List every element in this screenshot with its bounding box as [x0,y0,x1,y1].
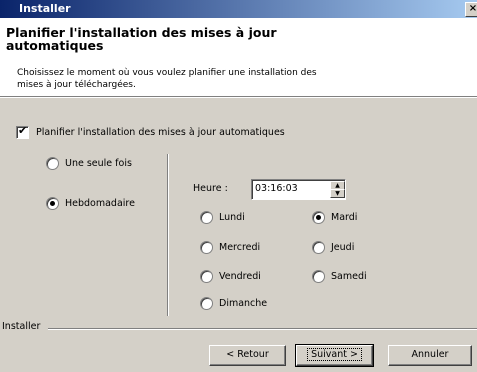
radio-monday-button[interactable] [200,211,213,224]
footer-divider [48,328,477,329]
radio-day-wednesday[interactable]: Mercredi [200,241,260,254]
wizard-header: Planifier l'installation des mises à jou… [0,18,477,97]
radio-wednesday-button[interactable] [200,241,213,254]
radio-day-sunday[interactable]: Dimanche [200,297,267,310]
next-button[interactable]: Suivant > [295,344,374,367]
radio-friday-label: Vendredi [219,271,261,282]
radio-wednesday-label: Mercredi [219,242,261,253]
radio-selected-dot [316,215,321,220]
radio-weekly-button[interactable] [46,197,59,210]
radio-saturday-label: Samedi [331,271,367,282]
time-spinner[interactable]: 03:16:03 ▲ ▼ [251,179,346,200]
radio-day-thursday[interactable]: Jeudi [312,241,354,254]
radio-friday-button[interactable] [200,270,213,283]
radio-day-saturday[interactable]: Samedi [312,270,367,283]
radio-once[interactable]: Une seule fois [46,157,132,170]
radio-once-label: Une seule fois [65,158,132,169]
back-button[interactable]: < Retour [209,345,286,366]
title-bar: Installer × [0,0,477,18]
spinner-arrows[interactable]: ▲ ▼ [330,181,345,198]
radio-tuesday-button[interactable] [312,211,325,224]
footer-brand: Installer [2,321,41,332]
vertical-divider [167,154,168,316]
close-button[interactable]: × [465,2,477,17]
radio-weekly[interactable]: Hebdomadaire [46,197,135,210]
radio-saturday-button[interactable] [312,270,325,283]
time-value[interactable]: 03:16:03 [255,183,298,194]
radio-day-friday[interactable]: Vendredi [200,270,261,283]
page-title: Planifier l'installation des mises à jou… [6,25,277,53]
radio-once-button[interactable] [46,157,59,170]
radio-sunday-label: Dimanche [219,298,268,309]
radio-selected-dot [50,201,55,206]
page-subtitle: Choisissez le moment où vous voulez plan… [17,68,317,90]
radio-thursday-button[interactable] [312,241,325,254]
time-label: Heure : [193,183,228,194]
schedule-checkbox-label: Planifier l'installation des mises à jou… [36,127,285,138]
radio-sunday-button[interactable] [200,297,213,310]
spin-down-icon[interactable]: ▼ [330,189,345,198]
radio-monday-label: Lundi [219,212,245,223]
checkmark-icon: ✔ [18,124,28,137]
checkbox-box[interactable]: ✔ [16,124,29,139]
radio-day-tuesday[interactable]: Mardi [312,211,357,224]
radio-thursday-label: Jeudi [331,242,355,253]
cancel-button[interactable]: Annuler [388,345,472,366]
radio-weekly-label: Hebdomadaire [65,198,135,209]
radio-day-monday[interactable]: Lundi [200,211,245,224]
header-divider [0,97,477,98]
next-button-label: Suivant > [307,348,362,361]
radio-tuesday-label: Mardi [331,212,358,223]
window-title: Installer [19,2,71,15]
schedule-checkbox[interactable]: ✔ Planifier l'installation des mises à j… [16,124,285,139]
